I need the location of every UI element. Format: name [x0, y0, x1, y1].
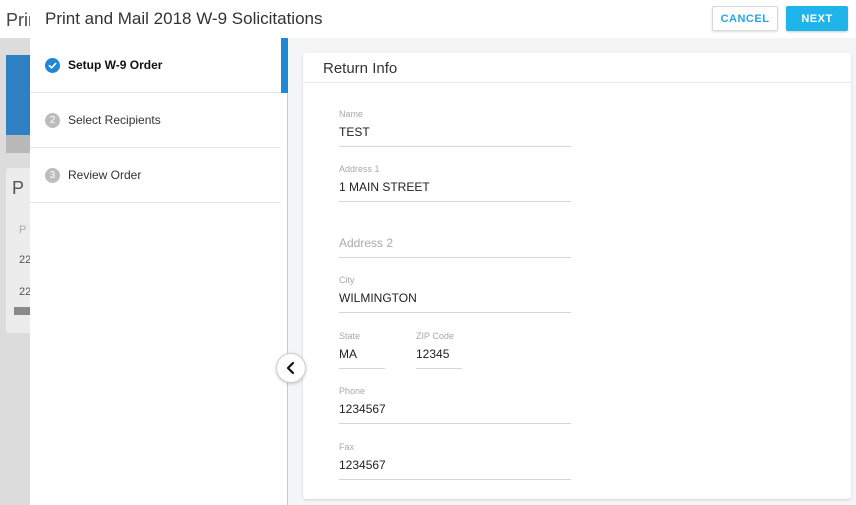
- step-label: Select Recipients: [68, 113, 161, 127]
- field-underline: [339, 201, 571, 202]
- field-underline: [339, 312, 571, 313]
- order-modal: Print and Mail 2018 W-9 Solicitations CA…: [30, 0, 856, 505]
- field-underline: [416, 368, 462, 369]
- address1-label: Address 1: [339, 164, 380, 174]
- background-banner: [6, 55, 30, 135]
- zip-value: 12345: [416, 347, 450, 361]
- field-underline: [339, 257, 571, 258]
- zip-label: ZIP Code: [416, 331, 454, 341]
- field-underline: [339, 368, 385, 369]
- step-label: Setup W-9 Order: [68, 58, 163, 72]
- step-setup-order[interactable]: Setup W-9 Order: [30, 38, 281, 93]
- fax-value: 1234567: [339, 458, 386, 472]
- phone-label: Phone: [339, 386, 366, 396]
- card-title: Return Info: [323, 60, 398, 77]
- active-step-indicator: [281, 38, 288, 93]
- step-number: 2: [45, 113, 60, 128]
- background-strip: [6, 135, 30, 153]
- stepper-sidebar: Setup W-9 Order 2 Select Recipients 3 Re…: [30, 38, 288, 505]
- next-button[interactable]: NEXT: [786, 6, 848, 31]
- background-card-title: P: [12, 178, 25, 198]
- address1-value: 1 MAIN STREET: [339, 180, 430, 194]
- background-row: 22: [19, 254, 30, 266]
- background-progress: [14, 307, 30, 315]
- state-label: State: [339, 331, 361, 341]
- step-number: 3: [45, 168, 60, 183]
- state-value: MA: [339, 347, 357, 361]
- field-underline: [339, 479, 571, 480]
- background-row: 22: [19, 286, 30, 298]
- check-icon: [45, 58, 60, 73]
- name-label: Name: [339, 109, 364, 119]
- step-label: Review Order: [68, 168, 142, 182]
- address2-placeholder: Address 2: [339, 236, 394, 250]
- cancel-button[interactable]: CANCEL: [712, 6, 778, 31]
- field-underline: [339, 423, 571, 424]
- field-underline: [339, 146, 571, 147]
- city-label: City: [339, 275, 355, 285]
- background-row: P: [19, 224, 27, 236]
- card-divider: [303, 82, 851, 83]
- step-review-order[interactable]: 3 Review Order: [30, 148, 281, 203]
- return-info-card: Return Info Name TEST Address 1 1 MAIN S…: [303, 53, 851, 499]
- collapse-sidebar-button[interactable]: [276, 353, 306, 383]
- phone-value: 1234567: [339, 402, 386, 416]
- chevron-left-icon: [286, 361, 295, 375]
- background-title: Print: [6, 10, 30, 30]
- step-select-recipients[interactable]: 2 Select Recipients: [30, 93, 281, 148]
- modal-header: Print and Mail 2018 W-9 Solicitations CA…: [30, 0, 856, 38]
- city-value: WILMINGTON: [339, 291, 417, 305]
- name-value: TEST: [339, 125, 370, 139]
- fax-label: Fax: [339, 442, 355, 452]
- modal-title: Print and Mail 2018 W-9 Solicitations: [45, 9, 323, 28]
